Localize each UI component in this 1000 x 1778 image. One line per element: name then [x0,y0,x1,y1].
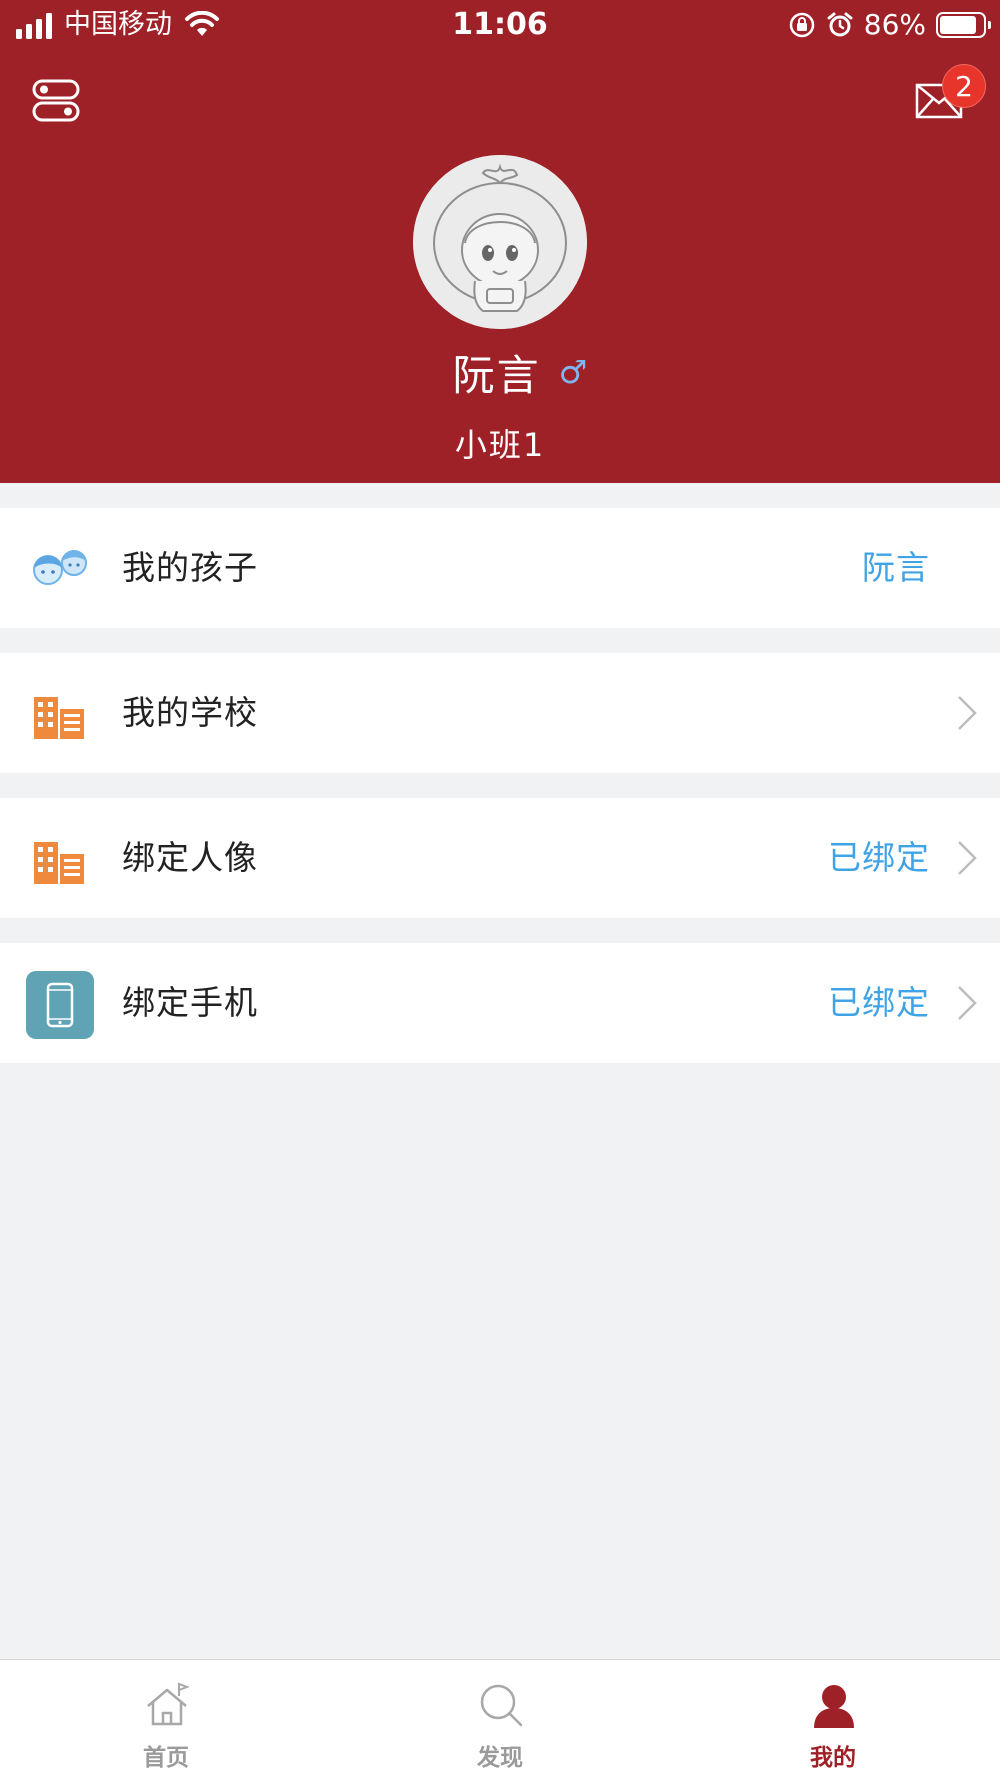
menu-label-bind-phone: 绑定手机 [122,983,258,1022]
battery-percent: 86% [863,8,926,41]
avatar[interactable] [413,155,587,329]
phone-icon [26,971,94,1039]
search-icon [480,1684,523,1727]
message-count-badge: 2 [942,64,986,108]
menu-item-bind-phone[interactable]: 绑定手机 已绑定 [0,943,1000,1063]
profile-header: 中国移动 11:06 86% 2 阮言 ♂ 小班1 [0,0,1000,483]
screen: 中国移动 11:06 86% 2 阮言 ♂ 小班1 我的孩子 阮言 我的学校 绑… [0,0,1000,1778]
menu-label-my-school: 我的学校 [122,693,258,732]
menu-label-my-children: 我的孩子 [122,548,258,587]
settings-toggle-button[interactable] [32,78,80,124]
menu-item-my-children[interactable]: 我的孩子 阮言 [0,508,1000,628]
tab-me[interactable]: 我的 [733,1660,933,1778]
chevron-right-icon [958,986,977,1020]
tab-home[interactable]: 首页 [66,1660,266,1778]
menu-label-bind-portrait: 绑定人像 [122,838,258,877]
child-cartoon-avatar [413,155,587,329]
tab-label-home: 首页 [143,1745,189,1771]
orientation-lock-icon [789,12,815,38]
toggles-icon [32,79,80,122]
menu-value-child-name: 阮言 [862,548,930,587]
tab-discover[interactable]: 发现 [400,1660,600,1778]
bottom-tab-bar: 首页 发现 我的 [0,1659,1000,1778]
tab-label-me: 我的 [810,1745,856,1771]
tab-label-discover: 发现 [477,1745,523,1771]
menu-item-bind-portrait[interactable]: 绑定人像 已绑定 [0,798,1000,918]
school-building-icon [34,842,84,884]
male-gender-icon: ♂ [558,353,588,391]
battery-icon [936,12,991,38]
status-bar: 中国移动 11:06 86% [0,0,1000,50]
children-icon [33,550,87,585]
menu-value-phone-status: 已绑定 [828,983,930,1022]
school-building-icon [34,697,84,739]
profile-name-row: 阮言 ♂ [0,346,1000,400]
menu-item-my-school[interactable]: 我的学校 [0,653,1000,773]
class-name: 小班1 [454,426,546,464]
home-icon [147,1682,190,1726]
profile-icon [814,1685,854,1728]
menu-value-portrait-status: 已绑定 [828,838,930,877]
chevron-right-icon [958,696,977,730]
battery-fill [940,16,977,34]
alarm-icon [827,12,853,37]
profile-name: 阮言 [452,350,541,400]
chevron-right-icon [958,841,977,875]
status-right: 86% [788,8,991,42]
